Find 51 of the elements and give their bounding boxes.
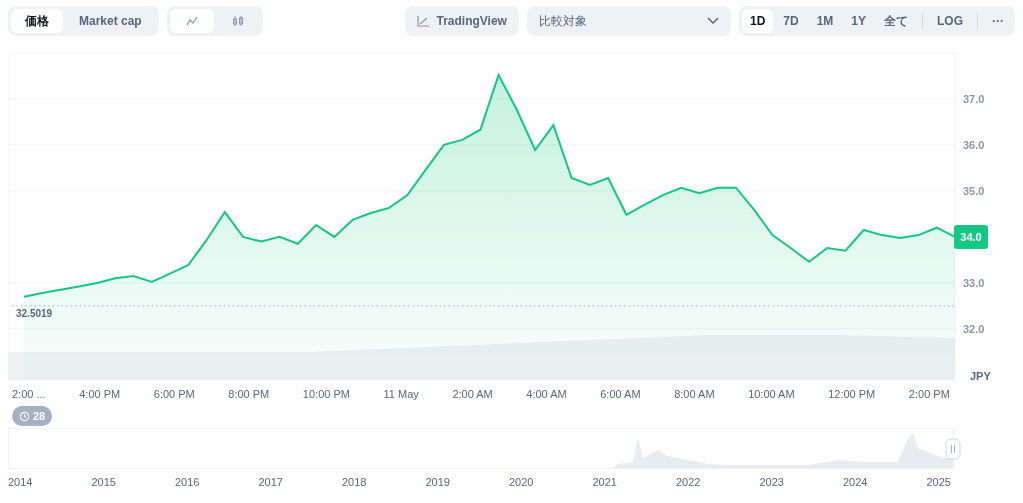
x-axis-label: 12:00 PM: [828, 388, 876, 400]
x-axis-label: 8:00 AM: [674, 388, 715, 400]
time-range-tab[interactable]: 1M: [808, 9, 842, 33]
current-price-badge: 34.0: [954, 224, 988, 249]
year-label: 2021: [592, 476, 618, 488]
x-axis-label: 6:00 AM: [600, 388, 641, 400]
year-label: 2023: [759, 476, 785, 488]
x-axis-label: 4:00 PM: [79, 388, 121, 400]
x-axis-label: 11 May: [383, 388, 419, 400]
candlestick-icon: [231, 15, 244, 27]
y-axis-label: 36.0: [963, 138, 985, 151]
log-scale-button[interactable]: LOG: [929, 9, 971, 33]
year-label: 2022: [676, 476, 702, 488]
y-axis-label: 33.0: [963, 276, 985, 289]
y-axis-label: 32.0: [963, 322, 985, 335]
chart-mode-tab[interactable]: Market cap: [65, 9, 156, 33]
year-label: 2014: [8, 476, 34, 488]
x-axis-label: 10:00 PM: [302, 388, 350, 400]
time-range-tab[interactable]: 全て: [876, 9, 916, 33]
line-chart-icon: [185, 16, 198, 26]
year-label: 2025: [926, 476, 952, 488]
x-axis-label: 2:00 ...: [12, 388, 46, 400]
year-label: 2017: [258, 476, 284, 488]
time-range-tab[interactable]: 1Y: [843, 9, 874, 33]
y-axis-label: 37.0: [963, 92, 985, 105]
year-label: 2015: [91, 476, 117, 488]
range-handle[interactable]: [945, 438, 961, 460]
x-axis-label: 10:00 AM: [748, 388, 795, 400]
tradingview-button[interactable]: TradingView: [405, 6, 519, 36]
chart-line-icon: [417, 15, 431, 27]
x-axis-label: 2:00 PM: [908, 388, 950, 400]
year-label: 2024: [843, 476, 869, 488]
year-label: 2018: [342, 476, 368, 488]
year-label: 2016: [175, 476, 201, 488]
time-range-tab[interactable]: 7D: [775, 9, 807, 33]
history-icon: [19, 410, 30, 422]
compare-dropdown[interactable]: 比較対象: [526, 6, 731, 36]
x-axis-label: 4:00 AM: [526, 388, 567, 400]
more-button[interactable]: ···: [984, 9, 1012, 33]
x-axis-label: 8:00 PM: [228, 388, 270, 400]
x-axis-label: 2:00 AM: [452, 388, 493, 400]
x-axis-label: 6:00 PM: [153, 388, 195, 400]
time-range-tab[interactable]: 1D: [741, 9, 774, 33]
chevron-down-icon: [706, 17, 719, 25]
y-axis-label: 35.0: [963, 184, 985, 197]
chart-mode-tab[interactable]: 価格: [11, 9, 63, 33]
line-chart-button[interactable]: [169, 9, 214, 33]
start-price-label: 32.5019: [16, 307, 53, 319]
year-label: 2020: [509, 476, 535, 488]
currency-label: JPY: [970, 370, 991, 382]
year-label: 2019: [425, 476, 451, 488]
